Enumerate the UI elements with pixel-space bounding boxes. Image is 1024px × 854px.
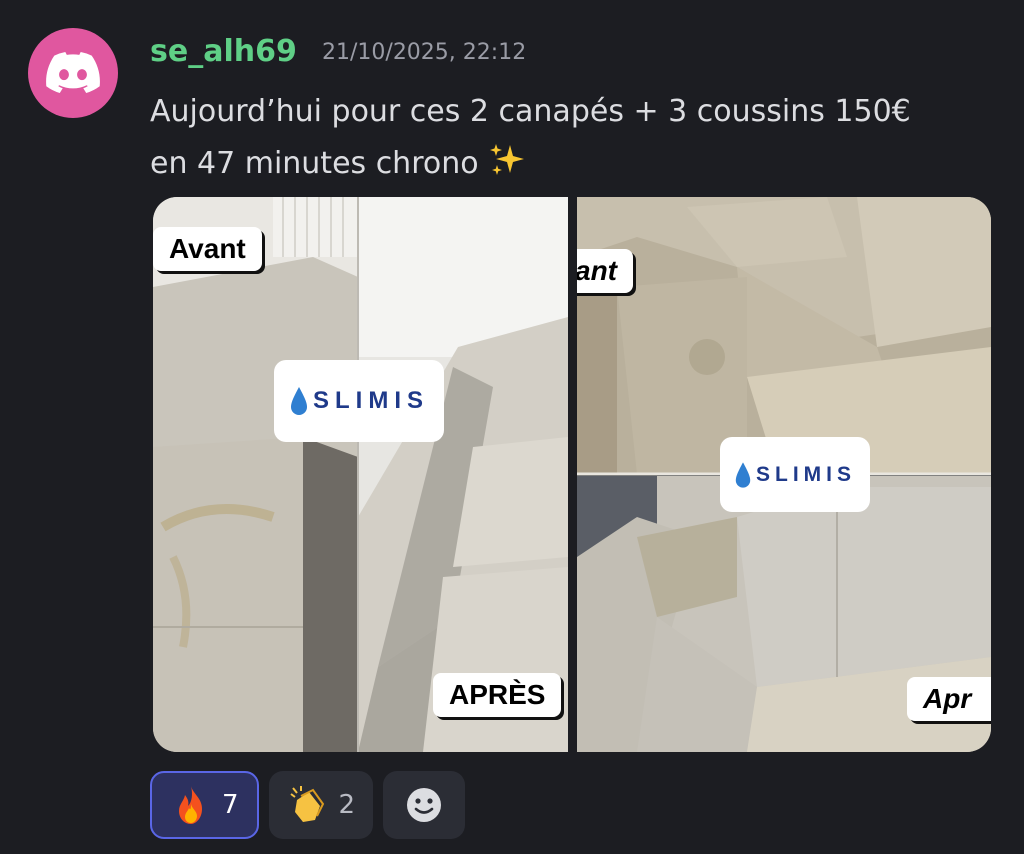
attachment-image-1[interactable]: Avant APRÈS SLIMIS	[153, 197, 568, 752]
water-drop-icon	[735, 461, 751, 488]
chat-message: se_alh69 21/10/2025, 22:12 Aujourd’hui p…	[0, 0, 1024, 854]
sofa-photo-before-after-1	[153, 197, 568, 752]
message-timestamp: 21/10/2025, 22:12	[322, 40, 527, 65]
user-avatar[interactable]	[28, 28, 118, 118]
add-reaction-button[interactable]	[383, 771, 466, 839]
reaction-fire[interactable]: 7	[150, 771, 259, 839]
discord-logo-icon	[46, 52, 100, 93]
slimis-logo-text: SLIMIS	[312, 387, 429, 414]
after-label: APRÈS	[433, 673, 562, 717]
attachment-image-2[interactable]: ant Apr SLIMIS	[577, 197, 991, 752]
sparkles-emoji-icon	[490, 144, 525, 175]
after-label-cropped: Apr	[907, 677, 991, 721]
reaction-fire-count: 7	[222, 790, 239, 820]
fire-emoji-icon	[179, 786, 202, 824]
reaction-clapping-count: 2	[338, 790, 356, 820]
message-text-line-2: en 47 minutes chrono	[150, 138, 1010, 190]
water-drop-icon	[290, 387, 307, 415]
message-username[interactable]: se_alh69	[150, 34, 297, 69]
add-reaction-smiley-icon	[407, 788, 442, 822]
reaction-bar: 7 2	[150, 771, 466, 839]
slimis-logo-badge-2: SLIMIS	[720, 437, 870, 512]
clapping-hands-emoji-icon	[289, 786, 324, 822]
message-text-line-1: Aujourd’hui pour ces 2 canapés + 3 couss…	[150, 94, 911, 129]
message-text-line-2-text: en 47 minutes chrono	[150, 146, 479, 181]
before-label-cropped: ant	[577, 249, 633, 293]
before-label: Avant	[153, 227, 262, 271]
message-content: Aujourd’hui pour ces 2 canapés + 3 couss…	[150, 86, 1010, 190]
slimis-logo-text-2: SLIMIS	[755, 462, 856, 486]
image-attachment-grid: Avant APRÈS SLIMIS ant Apr SLIMIS	[153, 197, 991, 752]
reaction-clapping-hands[interactable]: 2	[268, 771, 374, 839]
slimis-logo-badge: SLIMIS	[274, 360, 444, 442]
